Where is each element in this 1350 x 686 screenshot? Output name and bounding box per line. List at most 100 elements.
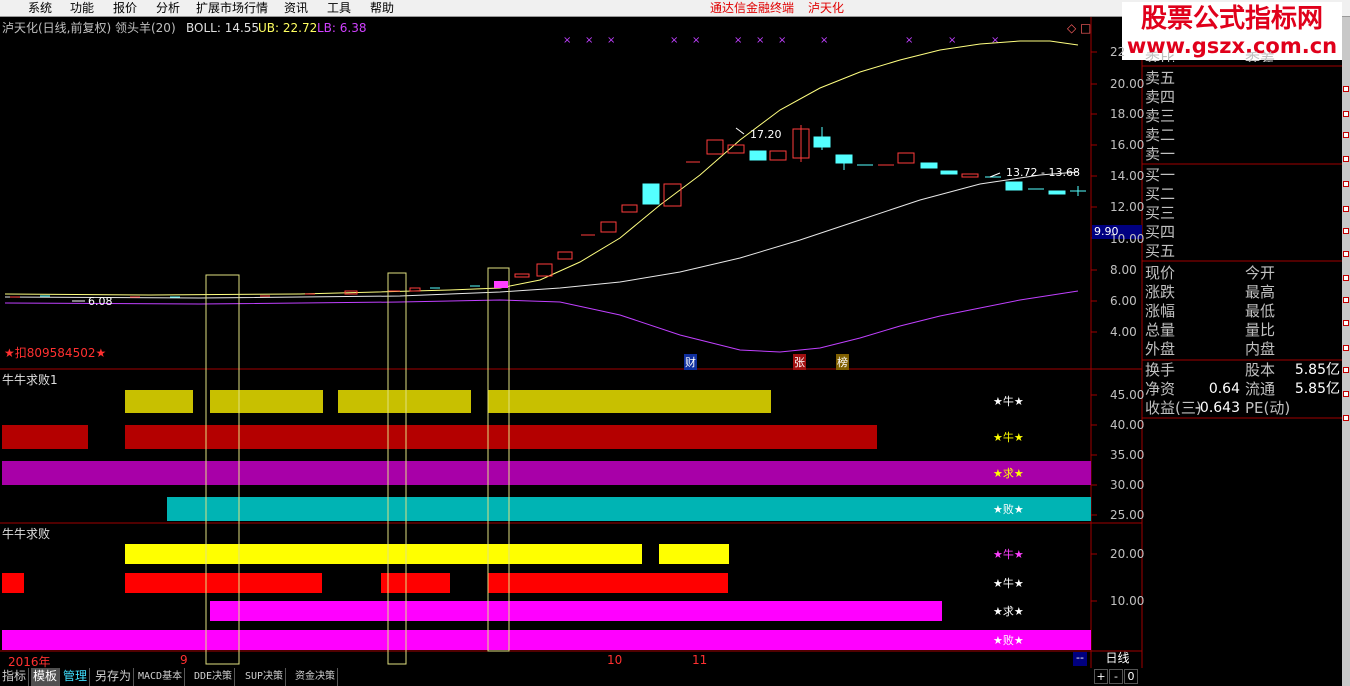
news-finance-badge[interactable]: 财: [684, 354, 697, 370]
tab-sup-decision[interactable]: SUP决策: [243, 668, 287, 686]
svg-text:×: ×: [607, 35, 615, 46]
pe-label: PE(动): [1245, 399, 1291, 417]
stat-label: 外盘: [1145, 340, 1176, 358]
side-square-icon[interactable]: [1343, 251, 1349, 257]
buy-level: 买四: [1145, 223, 1176, 241]
buy-level: 买一: [1145, 166, 1176, 184]
zoom-out-button[interactable]: -: [1109, 669, 1123, 684]
turnover-label: 换手: [1145, 361, 1176, 379]
buy-level: 买五: [1145, 242, 1176, 260]
svg-text:×: ×: [756, 35, 764, 46]
tab-manage[interactable]: 管理: [61, 668, 91, 686]
side-square-icon[interactable]: [1343, 86, 1349, 92]
panel1-label-niu2: ★牛★: [993, 431, 1024, 444]
svg-text:×: ×: [778, 35, 786, 46]
panel2-axis-label: 10.00: [1110, 594, 1145, 608]
current-price-tag: 9.90: [1094, 225, 1119, 238]
ub-value: UB: 22.72: [258, 21, 318, 35]
svg-text:×: ×: [905, 35, 913, 46]
lb-value: LB: 6.38: [317, 21, 367, 35]
box-icon[interactable]: □: [1080, 21, 1091, 35]
side-square-icon[interactable]: [1343, 206, 1349, 212]
side-square-icon[interactable]: [1343, 345, 1349, 351]
panel2-label-bai: ★败★: [993, 634, 1024, 647]
side-square-icon[interactable]: [1343, 297, 1349, 303]
float-value: 5.85亿: [1294, 381, 1340, 397]
svg-text:×: ×: [670, 35, 678, 46]
high-price-label: 17.20: [750, 128, 782, 141]
panel2-bars: [2, 544, 1091, 650]
reset-button[interactable]: 0: [1124, 669, 1138, 684]
right-price-label: 13.72 - 13.68: [1006, 166, 1080, 179]
sell-level: 卖五: [1145, 69, 1176, 87]
deduct-label: ★扣809584502★: [4, 346, 107, 360]
side-square-icon[interactable]: [1343, 111, 1349, 117]
buy-level: 买二: [1145, 185, 1176, 203]
panel1-label-bai: ★败★: [993, 503, 1024, 516]
sell-level: 卖二: [1145, 126, 1176, 144]
side-square-icon[interactable]: [1343, 415, 1349, 421]
stat-label: 现价: [1145, 264, 1176, 282]
tab-template[interactable]: 模板: [31, 668, 61, 686]
svg-text:×: ×: [563, 35, 571, 46]
panel1-axis-label: 25.00: [1110, 508, 1145, 522]
date-axis-dash[interactable]: --: [1073, 652, 1087, 666]
stat-label: 最高: [1245, 283, 1276, 301]
boll-value: BOLL: 14.55: [186, 21, 260, 35]
panel2-label-niu2: ★牛★: [993, 577, 1024, 590]
svg-text:×: ×: [991, 35, 999, 46]
side-square-icon[interactable]: [1343, 391, 1349, 397]
share-capital-label: 股本: [1245, 361, 1276, 379]
side-square-icon[interactable]: [1343, 181, 1349, 187]
tab-macd-basic[interactable]: MACD基本: [136, 668, 186, 686]
stat-label: 内盘: [1245, 340, 1276, 358]
diamond-icon[interactable]: ◇: [1067, 21, 1076, 35]
stat-label: 量比: [1245, 321, 1276, 339]
side-square-icon[interactable]: [1343, 228, 1349, 234]
panel1-label-niu1: ★牛★: [993, 395, 1024, 408]
net-assets-value: 0.64: [1208, 381, 1240, 397]
stat-label: 总量: [1145, 321, 1176, 339]
tab-save-as[interactable]: 另存为: [93, 668, 135, 686]
tab-dde-decision[interactable]: DDE决策: [192, 668, 236, 686]
side-square-icon[interactable]: [1343, 320, 1349, 326]
side-square-icon[interactable]: [1343, 275, 1349, 281]
panel2-title: 牛牛求败: [2, 527, 51, 541]
svg-text:×: ×: [948, 35, 956, 46]
stat-label: 最低: [1245, 302, 1276, 320]
date-axis-month: 11: [692, 653, 708, 667]
panel1-axis-label: 35.00: [1110, 448, 1145, 462]
news-list-badge[interactable]: 榜: [836, 354, 849, 370]
float-label: 流通: [1245, 380, 1276, 398]
panel2-axis-label: 20.00: [1110, 547, 1145, 561]
zoom-in-button[interactable]: +: [1094, 669, 1108, 684]
tab-fund-decision[interactable]: 资金决策: [293, 668, 338, 686]
eps-value: -0.643: [1194, 400, 1240, 416]
news-limit-up-badge[interactable]: 张: [793, 354, 806, 370]
buy-level: 买三: [1145, 204, 1176, 222]
tab-indicator[interactable]: 指标: [0, 668, 30, 686]
panel1-axis-label: 40.00: [1110, 418, 1145, 432]
sell-level: 卖三: [1145, 107, 1176, 125]
side-square-icon[interactable]: [1343, 367, 1349, 373]
stat-label: 涨幅: [1145, 302, 1176, 320]
period-label[interactable]: 日线: [1095, 650, 1140, 667]
stat-label: 今开: [1245, 264, 1276, 282]
panel1-axis-label: 30.00: [1110, 478, 1145, 492]
panel1-label-qiu: ★求★: [993, 467, 1024, 480]
panel1-bars: [2, 390, 1091, 521]
side-square-icon[interactable]: [1343, 156, 1349, 162]
panel1-title: 牛牛求败1: [2, 373, 58, 387]
share-capital-value: 5.85亿: [1294, 362, 1340, 378]
side-square-icon[interactable]: [1343, 132, 1349, 138]
chart-info-prefix: 泸天化(日线,前复权) 领头羊(20): [2, 21, 176, 35]
svg-text:×: ×: [585, 35, 593, 46]
order-ratio-label: 委比: [1145, 50, 1176, 62]
order-diff-label: 委差: [1245, 50, 1276, 62]
watermark-title: 股票公式指标网: [1140, 4, 1323, 34]
right-scrollbar[interactable]: [1342, 17, 1350, 686]
panel2-label-niu1: ★牛★: [993, 548, 1024, 561]
low-price-label: 6.08: [88, 295, 113, 308]
svg-text:×: ×: [820, 35, 828, 46]
date-axis-month: 10: [607, 653, 623, 667]
